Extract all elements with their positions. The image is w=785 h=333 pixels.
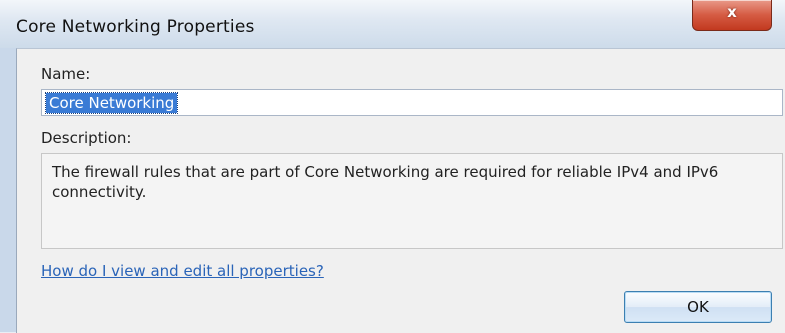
close-icon: x [727, 3, 737, 21]
dialog-title: Core Networking Properties [16, 17, 255, 37]
name-field[interactable]: Core Networking [41, 89, 783, 116]
properties-dialog: Core Networking Properties x Name: Core … [0, 0, 785, 333]
title-bar[interactable]: Core Networking Properties x [0, 0, 785, 48]
ok-button[interactable]: OK [624, 291, 772, 323]
description-text: The firewall rules that are part of Core… [52, 163, 719, 201]
dialog-body: Name: Core Networking Description: The f… [16, 48, 785, 333]
name-label: Name: [41, 65, 91, 83]
close-button[interactable]: x [692, 0, 772, 31]
description-field[interactable]: The firewall rules that are part of Core… [41, 153, 783, 249]
name-field-value: Core Networking [44, 92, 179, 114]
help-link[interactable]: How do I view and edit all properties? [41, 262, 324, 280]
description-label: Description: [41, 129, 132, 147]
